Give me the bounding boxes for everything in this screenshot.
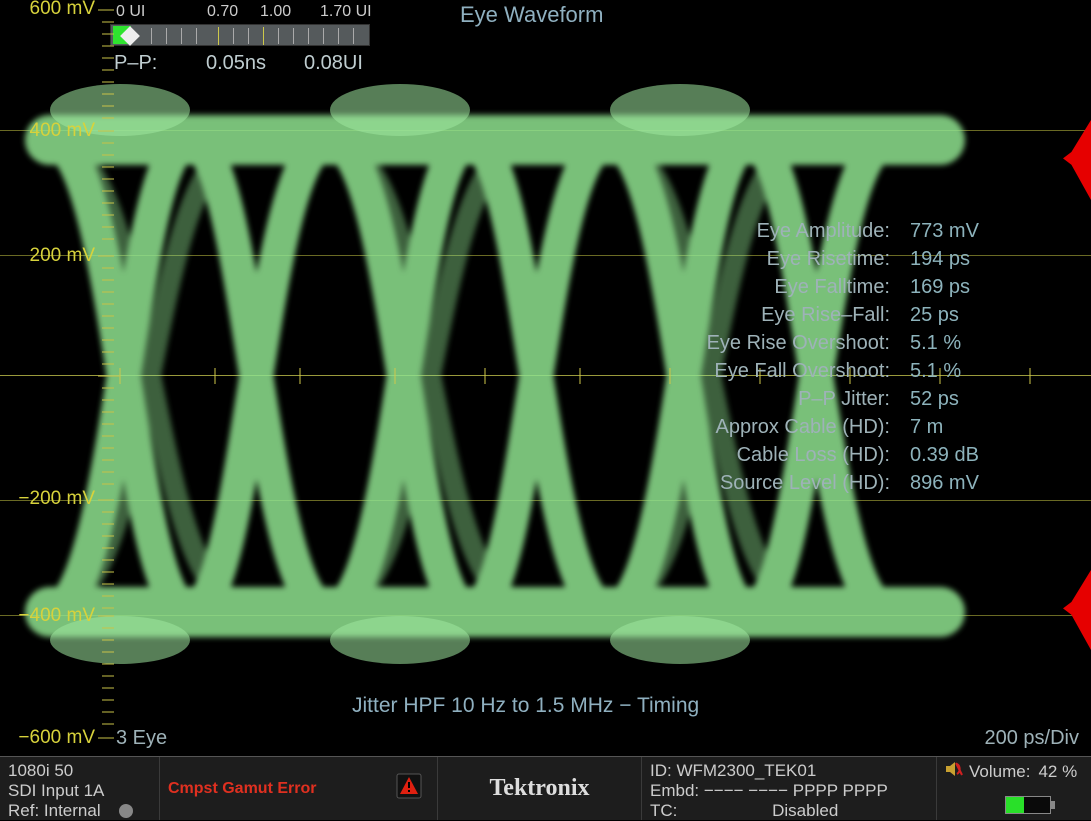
meas-value: 5.1 % [910,360,961,383]
meas-value: 194 ps [910,248,970,271]
meas-label: Eye Risetime: [640,248,890,271]
meas-label: Eye Amplitude: [640,220,890,243]
speaker-icon[interactable] [945,761,963,782]
ylabel-p400: 400 mV [0,120,95,142]
volume-value: 42 % [1038,762,1077,782]
status-embd: Embd: −−−− −−−− PPPP PPPP [650,781,928,801]
alarm-icon[interactable] [395,772,423,805]
meas-value: 896 mV [910,472,979,495]
status-format: 1080i 50 SDI Input 1A Ref: Internal [0,757,160,820]
meas-label: Eye Falltime: [640,276,890,299]
meas-value: 5.1 % [910,332,961,355]
slider-label-07: 0.70 [207,3,238,21]
battery-fill [1006,797,1024,813]
status-id-cell: ID: WFM2300_TEK01 Embd: −−−− −−−− PPPP P… [642,757,937,820]
status-tc-val: Disabled [772,801,838,820]
meas-value: 0.39 dB [910,444,979,467]
status-tc-label: TC: [650,801,677,820]
brand-logo: Tektronix [489,775,589,802]
status-alarm: Cmpst Gamut Error [160,757,438,820]
ylabel-p600: 600 mV [0,0,95,20]
status-ref: Ref: Internal [8,801,101,821]
y-ticks [98,0,128,755]
pp-ns: 0.05ns [206,52,266,75]
time-scale-label: 200 ps/Div [985,727,1080,750]
jitter-filter-label: Jitter HPF 10 Hz to 1.5 MHz − Timing [352,694,699,718]
meas-label: P–P Jitter: [640,388,890,411]
brand-cell: Tektronix [438,757,642,820]
volume-label: Volume: [969,762,1030,782]
ylabel-m400: −400 mV [0,605,95,627]
page-title: Eye Waveform [460,2,603,28]
gamut-error-text: Cmpst Gamut Error [168,780,316,798]
waveform-display: /* minor ticks drawn below via JS */ [0,0,1091,755]
status-id: ID: WFM2300_TEK01 [650,761,928,781]
meas-value: 169 ps [910,276,970,299]
meas-value: 7 m [910,416,943,439]
meas-label: Cable Loss (HD): [640,444,890,467]
slider-label-17: 1.70 UI [320,3,372,21]
ref-indicator-icon [119,804,133,818]
meas-value: 25 ps [910,304,959,327]
status-bar: 1080i 50 SDI Input 1A Ref: Internal Cmps… [0,756,1091,820]
battery-icon [1005,796,1051,814]
meas-label: Approx Cable (HD): [640,416,890,439]
meas-label: Source Level (HD): [640,472,890,495]
meas-value: 52 ps [910,388,959,411]
status-input: SDI Input 1A [8,781,151,801]
pp-ui: 0.08UI [304,52,363,75]
meas-label: Eye Fall Overshoot: [640,360,890,383]
status-format-fmt: 1080i 50 [8,761,151,781]
status-volume-cell: Volume: 42 % [937,757,1091,820]
ylabel-m600: −600 mV [0,727,95,749]
meas-value: 773 mV [910,220,979,243]
slider-label-10: 1.00 [260,3,291,21]
ylabel-p200: 200 mV [0,245,95,267]
jitter-slider[interactable] [110,24,370,46]
meas-label: Eye Rise–Fall: [640,304,890,327]
ylabel-m200: −200 mV [0,488,95,510]
meas-label: Eye Rise Overshoot: [640,332,890,355]
